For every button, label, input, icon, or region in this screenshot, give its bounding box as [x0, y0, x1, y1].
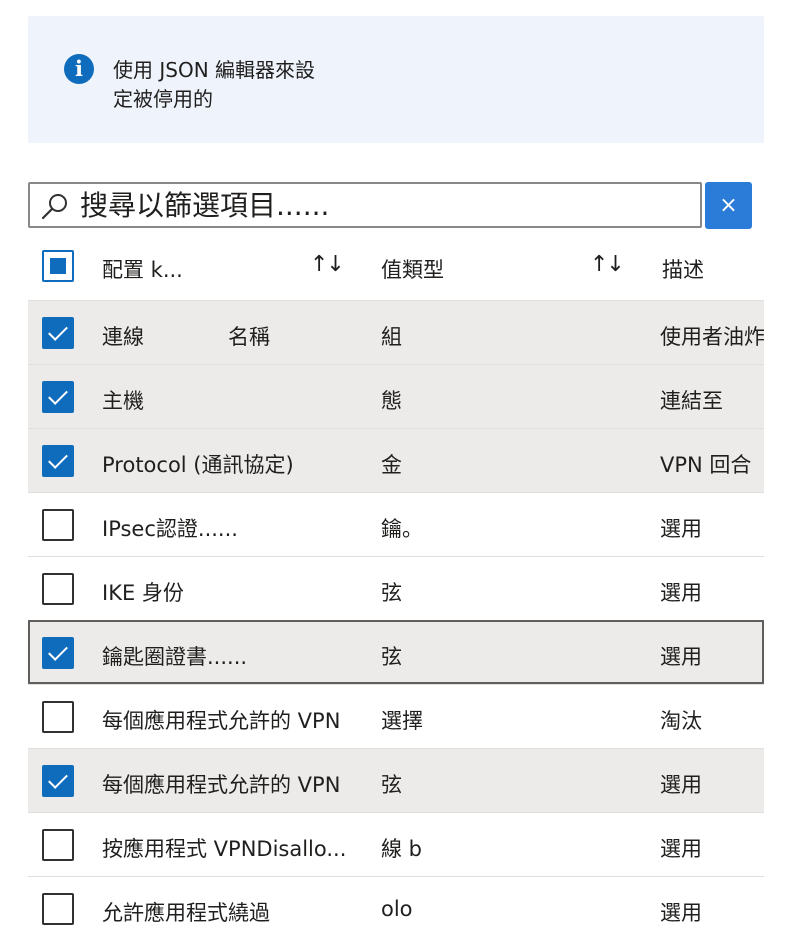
cell-description: 選用 [660, 645, 702, 669]
table-row[interactable]: 按應用程式 VPNDisallo... 線 b 選用 [28, 812, 764, 876]
info-message-line1: 使用 JSON 編輯器來設 [113, 58, 316, 82]
table-row[interactable]: 每個應用程式允許的 VPN 選擇 淘汰 [28, 684, 764, 748]
cell-config-key: IKE 身份 [102, 581, 184, 605]
search-icon [41, 194, 67, 220]
table-row[interactable]: 鑰匙圈證書...... 弦 選用 [28, 620, 764, 684]
cell-description: 選用 [660, 773, 702, 797]
cell-config-key: Protocol (通訊協定) [102, 453, 294, 477]
cell-value-type: 鑰。 [381, 517, 423, 541]
cell-value-type: 態 [381, 389, 402, 413]
table-body: 連線 名稱 組 使用者油炸鍋主機 態 連結至 Protocol (通訊協定) 金 VPN 回合… [28, 300, 764, 940]
cell-config-key: 每個應用程式允許的 VPN [102, 773, 341, 797]
table-row[interactable]: Protocol (通訊協定) 金 VPN 回合 [28, 428, 764, 492]
row-checkbox[interactable] [42, 893, 74, 925]
cell-description: 連結至 [660, 389, 723, 413]
row-checkbox[interactable] [42, 701, 74, 733]
cell-description: 選用 [660, 581, 702, 605]
cell-value-type: 弦 [381, 773, 402, 797]
search-input[interactable] [80, 188, 680, 222]
row-checkbox[interactable] [42, 573, 74, 605]
cell-config-key: 每個應用程式允許的 VPN [102, 709, 341, 733]
cell-value-type: 線 b [381, 837, 423, 861]
table-row[interactable]: IPsec認證...... 鑰。 選用 [28, 492, 764, 556]
cell-description: VPN 回合 [660, 453, 752, 477]
cell-config-key: IPsec認證...... [102, 517, 238, 541]
cell-value-type: 弦 [381, 645, 402, 669]
select-all-checkbox[interactable] [42, 250, 74, 282]
sort-value-type-icon[interactable]: ↑↓ [590, 252, 625, 277]
cell-description: 使用者油炸鍋 [660, 325, 764, 349]
cell-description: 選用 [660, 901, 702, 925]
info-message-line2: 定被停用的 [113, 87, 213, 111]
row-checkbox[interactable] [42, 765, 74, 797]
cell-value-type: 組 [381, 325, 402, 349]
clear-search-button[interactable]: × [705, 182, 752, 229]
cell-description: 選用 [660, 517, 702, 541]
table-row[interactable]: 主機 態 連結至 [28, 364, 764, 428]
cell-description: 淘汰 [660, 709, 702, 733]
cell-value-type: 選擇 [381, 709, 423, 733]
row-checkbox[interactable] [42, 637, 74, 669]
cell-value-type: 弦 [381, 581, 402, 605]
cell-value-type: olo [381, 897, 413, 921]
sort-config-key-icon[interactable]: ↑↓ [310, 252, 345, 277]
close-icon: × [719, 193, 738, 218]
row-checkbox[interactable] [42, 509, 74, 541]
column-header-description[interactable]: 描述 [662, 254, 704, 284]
info-icon: i [64, 54, 94, 84]
row-checkbox[interactable] [42, 445, 74, 477]
cell-config-key: 連線 名稱 [102, 325, 270, 349]
cell-config-key: 允許應用程式繞過 [102, 901, 270, 925]
cell-description: 選用 [660, 837, 702, 861]
cell-config-key: 主機 [102, 389, 144, 413]
info-message: 使用 JSON 編輯器來設 定被停用的 [113, 56, 373, 114]
table-row[interactable]: 每個應用程式允許的 VPN 弦 選用 [28, 748, 764, 812]
table-row[interactable]: 允許應用程式繞過 olo 選用 [28, 876, 764, 940]
column-header-config-key[interactable]: 配置 k... [102, 254, 183, 284]
table-row[interactable]: IKE 身份 弦 選用 [28, 556, 764, 620]
cell-config-key: 按應用程式 VPNDisallo... [102, 837, 347, 861]
cell-value-type: 金 [381, 453, 402, 477]
row-checkbox[interactable] [42, 381, 74, 413]
row-checkbox[interactable] [42, 829, 74, 861]
cell-config-key: 鑰匙圈證書...... [102, 645, 248, 669]
table-header: 配置 k... ↑↓ 值類型 ↑↓ 描述 [28, 234, 764, 298]
info-banner: i 使用 JSON 編輯器來設 定被停用的 [28, 16, 764, 143]
search-box[interactable] [28, 182, 702, 228]
column-header-value-type[interactable]: 值類型 [381, 254, 444, 284]
table-row[interactable]: 連線 名稱 組 使用者油炸鍋 [28, 300, 764, 364]
row-checkbox[interactable] [42, 317, 74, 349]
